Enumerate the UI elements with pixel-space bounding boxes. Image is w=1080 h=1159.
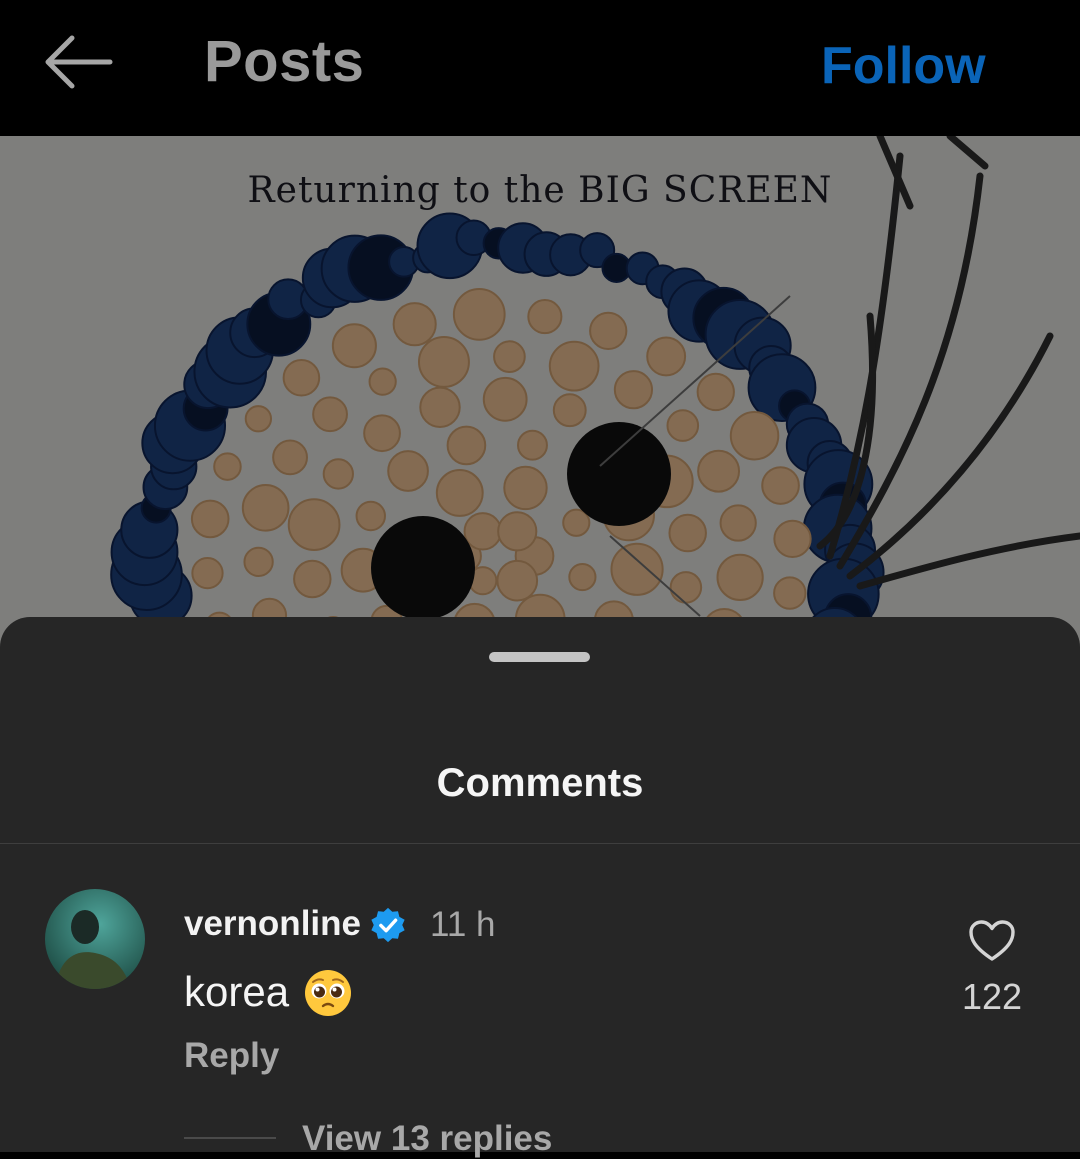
like-button[interactable]	[968, 919, 1016, 963]
dim-overlay	[0, 136, 1080, 656]
top-bar: Posts Follow	[0, 0, 1080, 136]
reply-button[interactable]: Reply	[184, 1036, 279, 1076]
pleading-face-emoji-icon	[305, 970, 351, 1016]
comment-username[interactable]: vernonline	[184, 904, 361, 944]
avatar[interactable]	[45, 889, 145, 989]
back-button[interactable]	[40, 30, 116, 94]
replies-divider-line	[184, 1137, 276, 1139]
drag-handle[interactable]	[489, 652, 590, 662]
follow-button[interactable]: Follow	[821, 36, 986, 96]
post-image[interactable]: Returning to the BIG SCREEN	[0, 136, 1080, 656]
comments-sheet: Comments vernonline 11 h korea Reply 122…	[0, 617, 1080, 1158]
sheet-title: Comments	[436, 761, 644, 805]
verified-badge-icon	[371, 907, 405, 943]
like-count: 122	[961, 976, 1023, 1017]
arrow-left-icon	[45, 35, 113, 89]
view-replies-button[interactable]: View 13 replies	[302, 1119, 552, 1159]
page-title: Posts	[204, 29, 365, 94]
comment-text: korea	[184, 968, 290, 1015]
avatar-photo-icon	[45, 889, 145, 989]
comment-time: 11 h	[430, 905, 496, 944]
heart-outline-icon	[969, 920, 1015, 961]
comment-item: vernonline 11 h korea Reply 122 View 13 …	[0, 844, 1080, 1158]
